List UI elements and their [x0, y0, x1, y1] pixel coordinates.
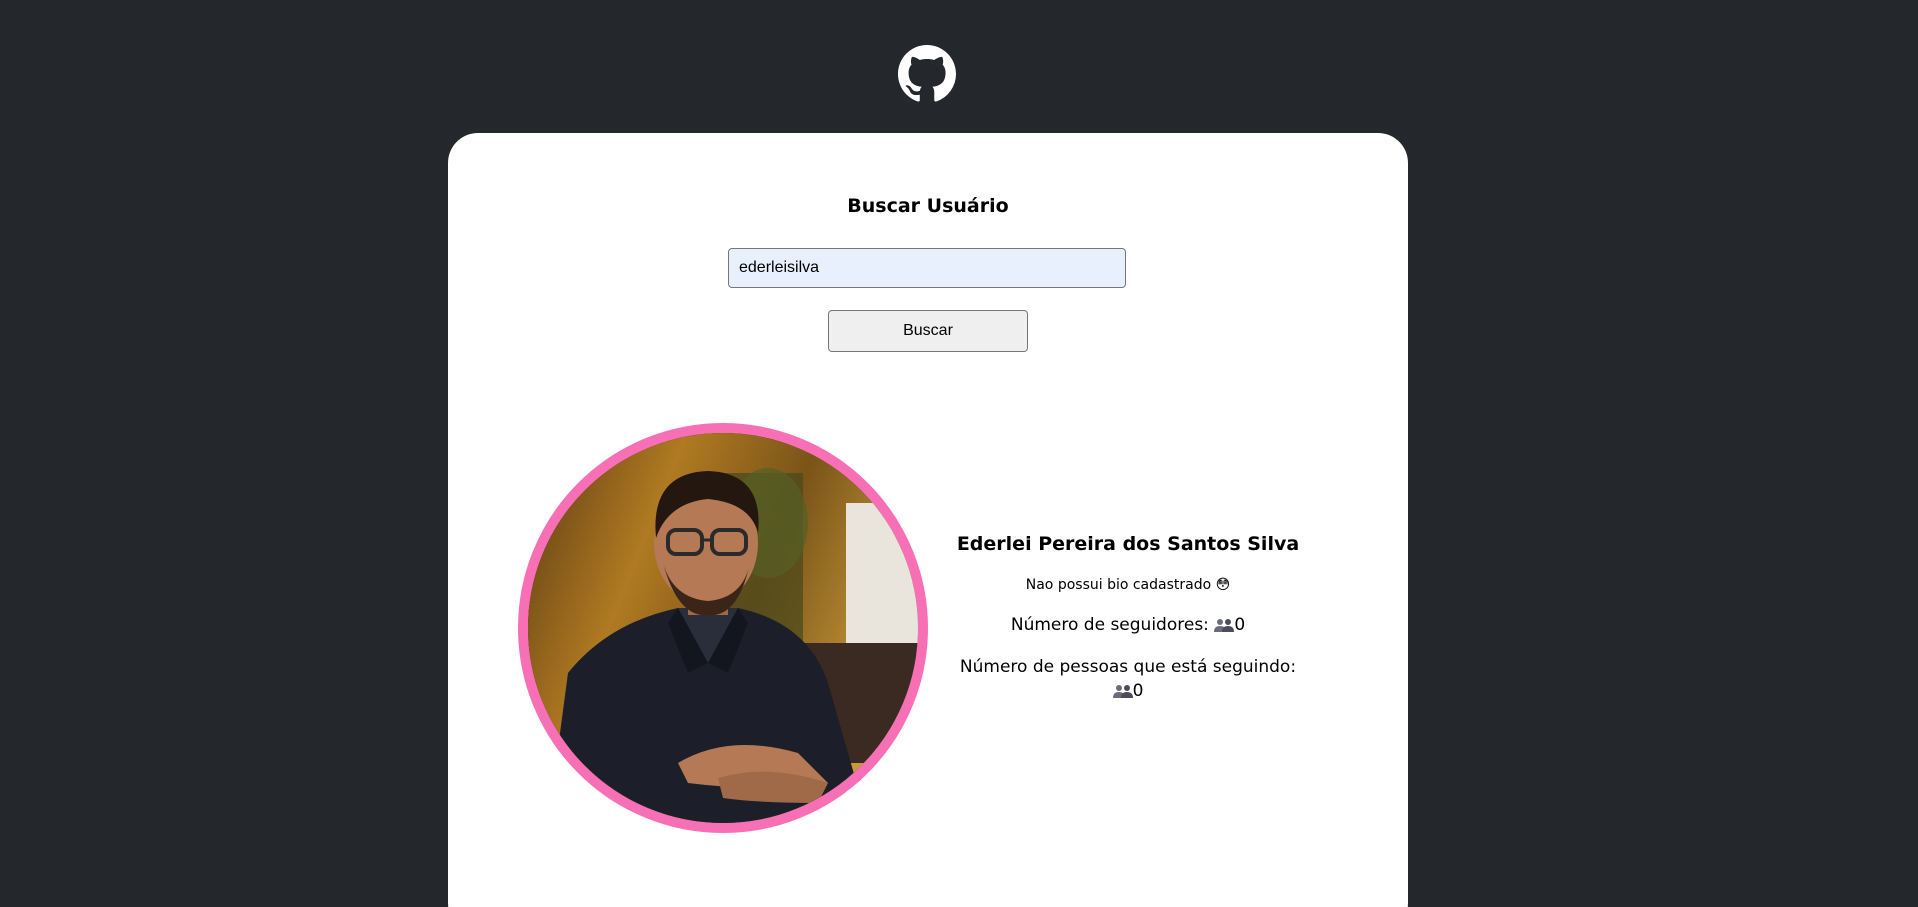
search-input[interactable] [728, 248, 1126, 288]
profile-name: Ederlei Pereira dos Santos Silva [956, 533, 1300, 555]
following-label: Número de pessoas que está seguindo: [959, 657, 1297, 677]
followers-label: Número de seguidores: [1010, 615, 1209, 635]
following-stat: Número de pessoas que está seguindo: 0 [948, 655, 1308, 703]
search-button[interactable]: Buscar [828, 310, 1028, 352]
avatar-photo [528, 433, 918, 823]
profile-bio: Nao possui bio cadastrado 😳 [1025, 577, 1231, 593]
following-count: 0 [1132, 681, 1144, 701]
followers-stat: Número de seguidores: 0 [948, 613, 1308, 637]
avatar [518, 423, 928, 833]
people-icon [1214, 619, 1235, 632]
search-title: Buscar Usuário [847, 195, 1009, 217]
people-icon [1112, 685, 1133, 698]
github-icon [898, 45, 956, 102]
search-card: Buscar Usuário Buscar [448, 133, 1408, 907]
profile-info: Ederlei Pereira dos Santos Silva Nao pos… [948, 533, 1308, 721]
page: Buscar Usuário Buscar [0, 0, 1918, 907]
followers-count: 0 [1234, 615, 1246, 635]
